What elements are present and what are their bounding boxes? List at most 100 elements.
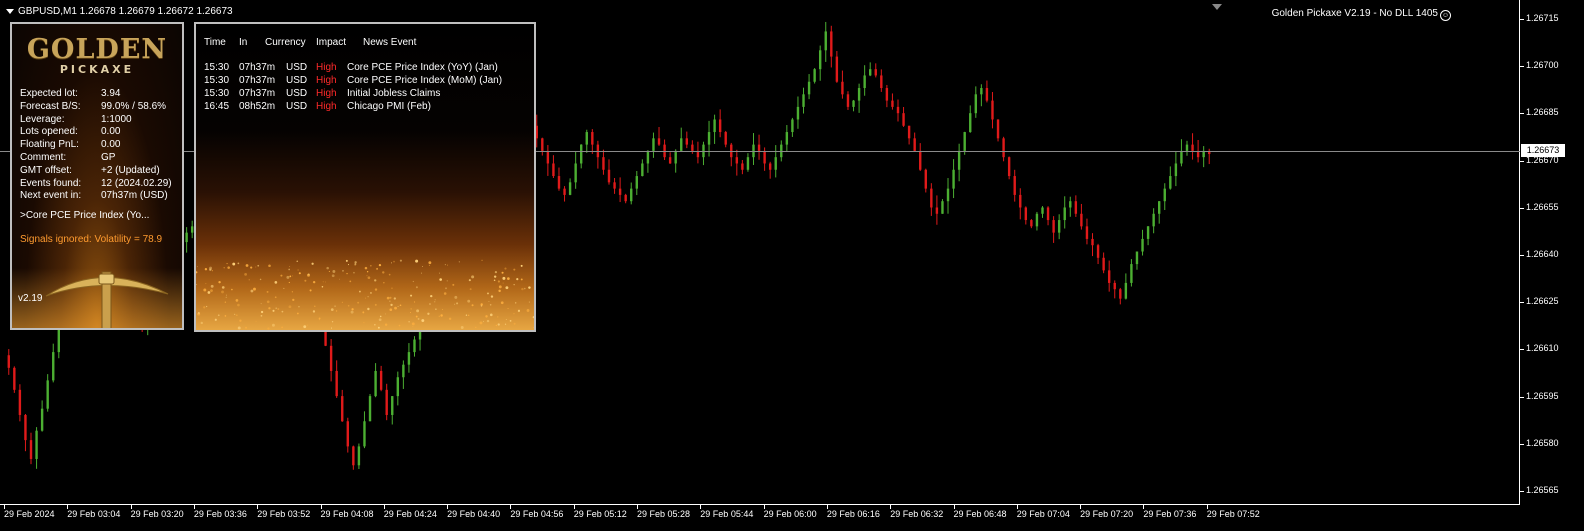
time-tick: 29 Feb 05:28 [637,505,691,519]
smiley-icon[interactable]: ☺ [1440,10,1451,21]
candle [668,152,672,164]
candle [985,80,989,103]
news-event-cell: Core PCE Price Index (YoY) (Jan) [347,62,498,73]
candle [1096,243,1100,265]
candle [718,109,722,138]
news-event-row[interactable]: 15:30 07h37m USD High Core PCE Price Index (… [204,61,534,74]
candle [1163,183,1166,211]
candle [1063,196,1066,229]
time-tick: 29 Feb 03:04 [67,505,121,519]
price-tick: 1.26580 [1520,437,1559,448]
candle [618,177,622,203]
candle [974,86,978,118]
price-axis[interactable]: 1.26715 1.26700 1.26685 1.26670 1.26655 1.266… [1520,0,1584,505]
candle [613,178,616,194]
candle [1141,229,1144,256]
gp-stat-row: Comment: GP [20,152,172,165]
candle [1002,136,1005,162]
logo-sub-text: PICKAXE [59,63,135,76]
gp-stat-row: GMT offset: +2 (Updated) [20,165,172,178]
candle [1130,259,1133,287]
time-tick: 29 Feb 06:48 [953,505,1007,519]
time-tick: 29 Feb 04:24 [383,505,437,519]
price-tick: 1.26715 [1520,13,1559,23]
candle [641,159,644,177]
candle [1041,206,1044,218]
gp-stat-label: Leverage: [20,113,65,125]
candle [341,389,344,422]
candle [807,74,811,100]
candle [646,150,650,173]
candle [702,141,705,166]
news-event-cell: Core PCE Price Index (MoM) (Jan) [347,75,503,86]
news-event-row[interactable]: 15:30 07h37m USD High Initial Jobless Claims [204,87,534,100]
candle [391,396,394,425]
news-event-row[interactable]: 16:45 08h52m USD High Chicago PMI (Feb) [204,100,534,113]
candle [541,137,544,156]
candle [352,445,355,470]
candle [1046,206,1050,226]
candle [396,371,400,406]
candle [1191,133,1194,160]
candle [24,413,27,452]
candle [580,144,583,169]
dropdown-triangle-icon[interactable] [6,8,14,14]
candle [796,96,800,129]
candle [969,105,972,133]
news-time-cell: 16:45 [204,101,230,112]
time-tick: 29 Feb 06:32 [890,505,944,519]
price-tick: 1.26640 [1520,249,1559,259]
candle [635,170,638,196]
news-time-cell: 15:30 [204,88,230,99]
candle [724,130,727,148]
candle [880,69,883,92]
candle [1091,233,1094,257]
time-tick: 29 Feb 2024 [4,505,55,519]
news-in-cell: 07h37m [239,62,276,73]
chart-area[interactable]: GBPUSD,M1 1.26678 1.26679 1.26672 1.2667… [0,0,1520,505]
symbol-title: GBPUSD,M1 1.26678 1.26679 1.26672 1.2667… [6,6,233,17]
candle [7,349,10,375]
news-in-cell: 08h52m [239,101,276,112]
gp-stat-row: Leverage: 1:1000 [20,114,172,127]
candle [368,394,372,422]
time-tick: 29 Feb 04:40 [447,505,501,519]
candle [685,131,689,149]
candle [930,183,933,216]
time-axis[interactable]: 29 Feb 2024 29 Feb 03:04 29 Feb 03:20 29 Fe… [0,505,1520,531]
candle [824,21,827,62]
next-event-label: >Core PCE Price Index (Yo... [20,210,150,221]
news-currency-cell: USD [286,75,308,86]
candle [402,360,405,389]
news-currency-cell: USD [286,101,308,112]
news-impact-cell: High [316,62,337,73]
time-tick: 29 Feb 07:04 [1016,505,1070,519]
gp-stat-value: 0.00 [101,126,121,138]
candle [752,133,755,165]
gp-stat-row: Floating PnL: 0.00 [20,139,172,152]
candle [896,99,900,122]
candle [996,119,1000,142]
pickaxe-icon [45,271,169,328]
candle [1013,169,1016,202]
candle [1085,218,1089,245]
candle [913,132,916,151]
candle [946,178,950,214]
candle [1113,280,1116,299]
candle [185,227,188,253]
price-tick: 1.26610 [1520,343,1559,354]
candle [846,91,850,110]
time-tick: 29 Feb 07:52 [1206,505,1260,519]
candle [813,68,816,84]
candle [574,151,577,189]
time-tick: 29 Feb 07:20 [1080,505,1134,519]
time-tick: 29 Feb 07:36 [1143,505,1197,519]
chart-shift-marker-icon[interactable] [1212,4,1222,10]
gp-stat-label: Next event in: [20,190,82,202]
news-event-row[interactable]: 15:30 07h37m USD High Core PCE Price Index (… [204,74,534,87]
news-event-cell: Initial Jobless Claims [347,88,441,99]
candle [663,139,666,160]
candle [757,134,761,160]
candle [568,178,572,196]
price-tick: 1.26595 [1520,390,1559,401]
